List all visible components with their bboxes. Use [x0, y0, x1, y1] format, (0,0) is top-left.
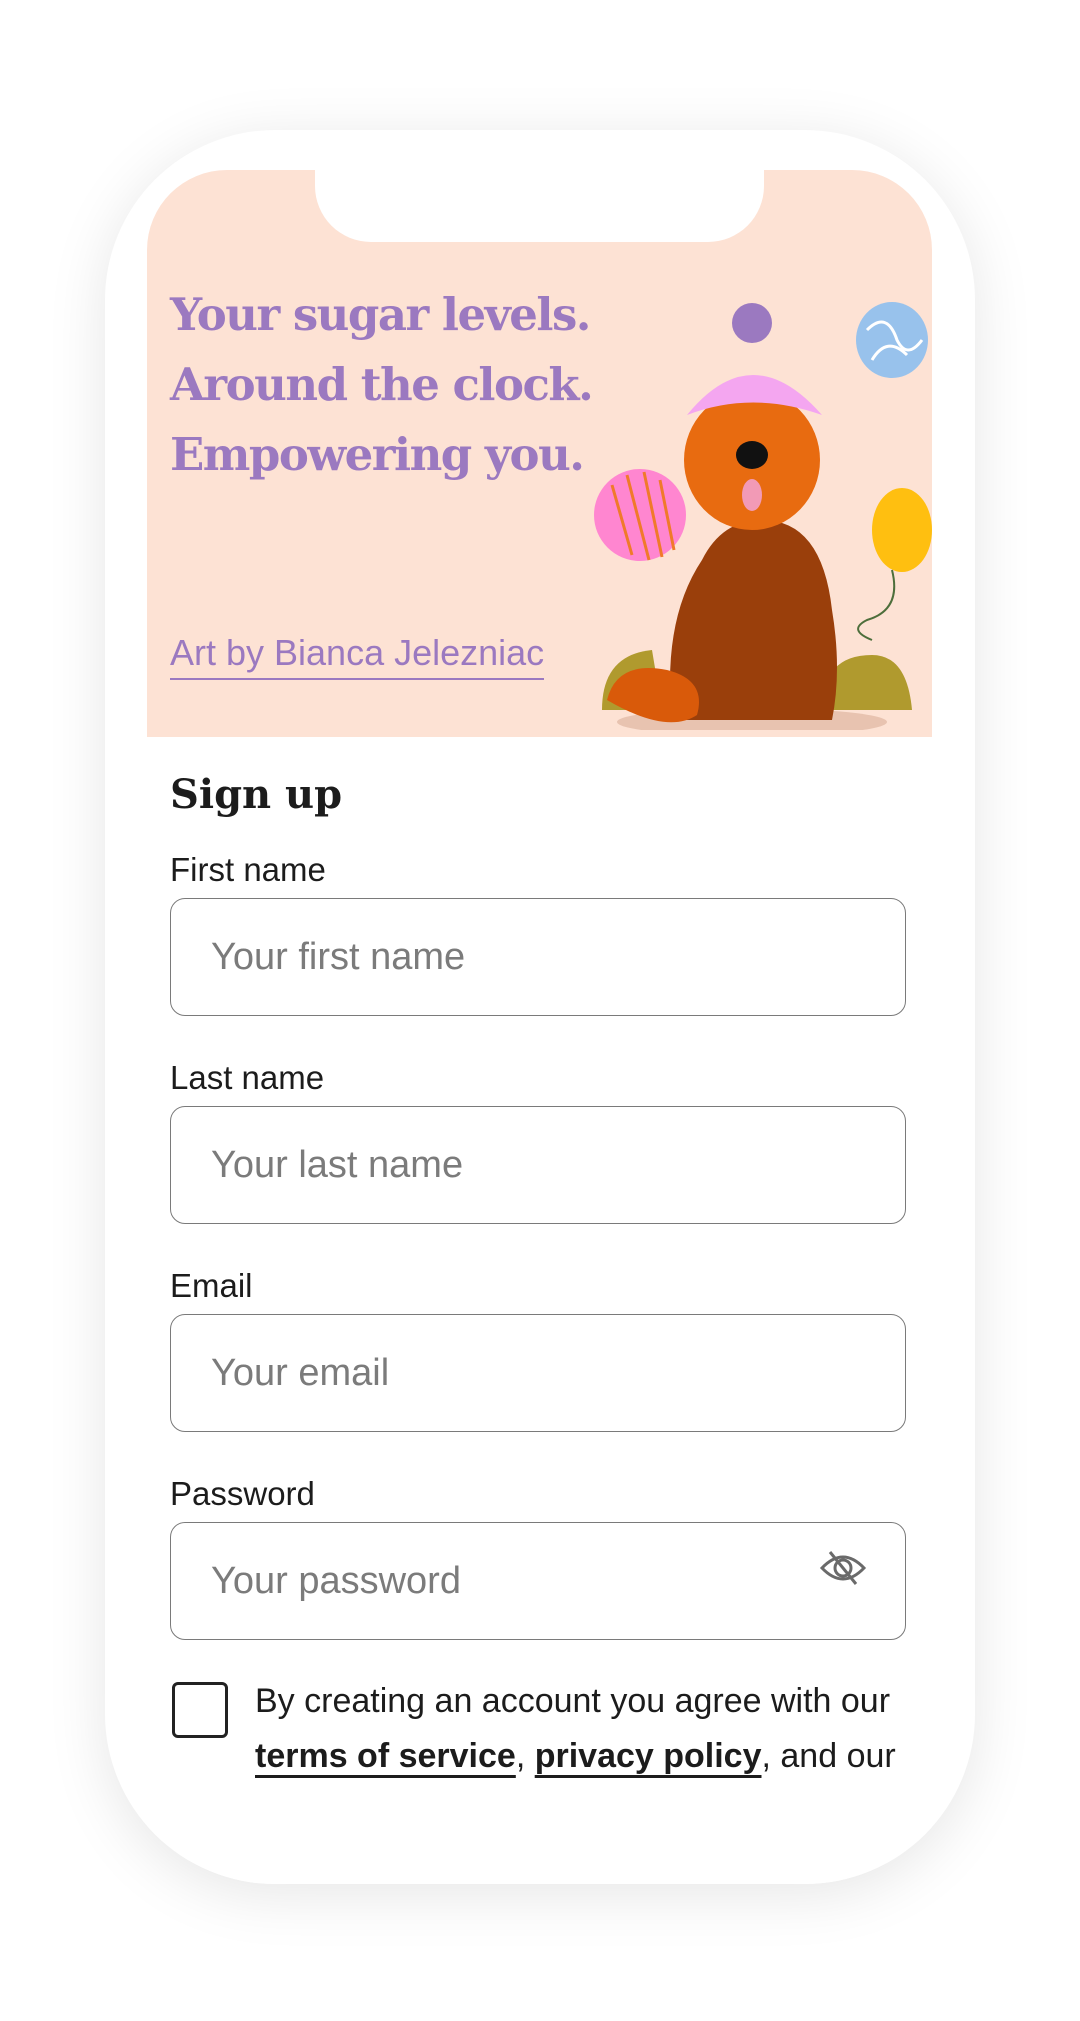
phone-frame: Your sugar levels. Around the clock. Emp… — [105, 130, 975, 1884]
password-input[interactable] — [170, 1522, 906, 1640]
terms-consent: By creating an account you agree with ou… — [170, 1682, 906, 1822]
hero-banner: Your sugar levels. Around the clock. Emp… — [147, 170, 932, 737]
first-name-field: First name — [170, 850, 906, 1016]
last-name-field: Last name — [170, 1058, 906, 1224]
privacy-policy-link[interactable]: privacy policy — [535, 1737, 762, 1775]
art-credit-link[interactable]: Art by Bianca Jelezniac — [170, 632, 545, 680]
email-label: Email — [170, 1267, 253, 1304]
consent-text: By creating an account you agree with ou… — [255, 1674, 915, 1784]
password-label: Password — [170, 1475, 315, 1512]
dog-illustration — [594, 302, 932, 730]
first-name-input[interactable] — [170, 898, 906, 1016]
terms-of-service-link[interactable]: terms of service — [255, 1737, 516, 1775]
screen: Your sugar levels. Around the clock. Emp… — [147, 170, 932, 1884]
headline-line: Your sugar levels. — [170, 288, 591, 341]
hero-headline: Your sugar levels. Around the clock. Emp… — [170, 280, 594, 490]
form-title: Sign up — [170, 771, 343, 818]
email-input[interactable] — [170, 1314, 906, 1432]
eye-off-icon[interactable] — [818, 1548, 868, 1588]
email-field: Email — [170, 1266, 906, 1432]
headline-line: Around the clock. — [170, 358, 594, 411]
terms-checkbox[interactable] — [172, 1682, 228, 1738]
signup-form: Sign up First name Last name Email Passw… — [170, 760, 906, 1822]
headline-line: Empowering you. — [170, 428, 585, 481]
consent-text-after: , and our — [761, 1737, 896, 1775]
consent-separator: , — [515, 1737, 535, 1775]
consent-text-before: By creating an account you agree with ou… — [255, 1682, 891, 1720]
phone-notch — [315, 170, 764, 242]
last-name-input[interactable] — [170, 1106, 906, 1224]
last-name-label: Last name — [170, 1059, 325, 1096]
password-field: Password — [170, 1474, 906, 1640]
first-name-label: First name — [170, 851, 326, 888]
